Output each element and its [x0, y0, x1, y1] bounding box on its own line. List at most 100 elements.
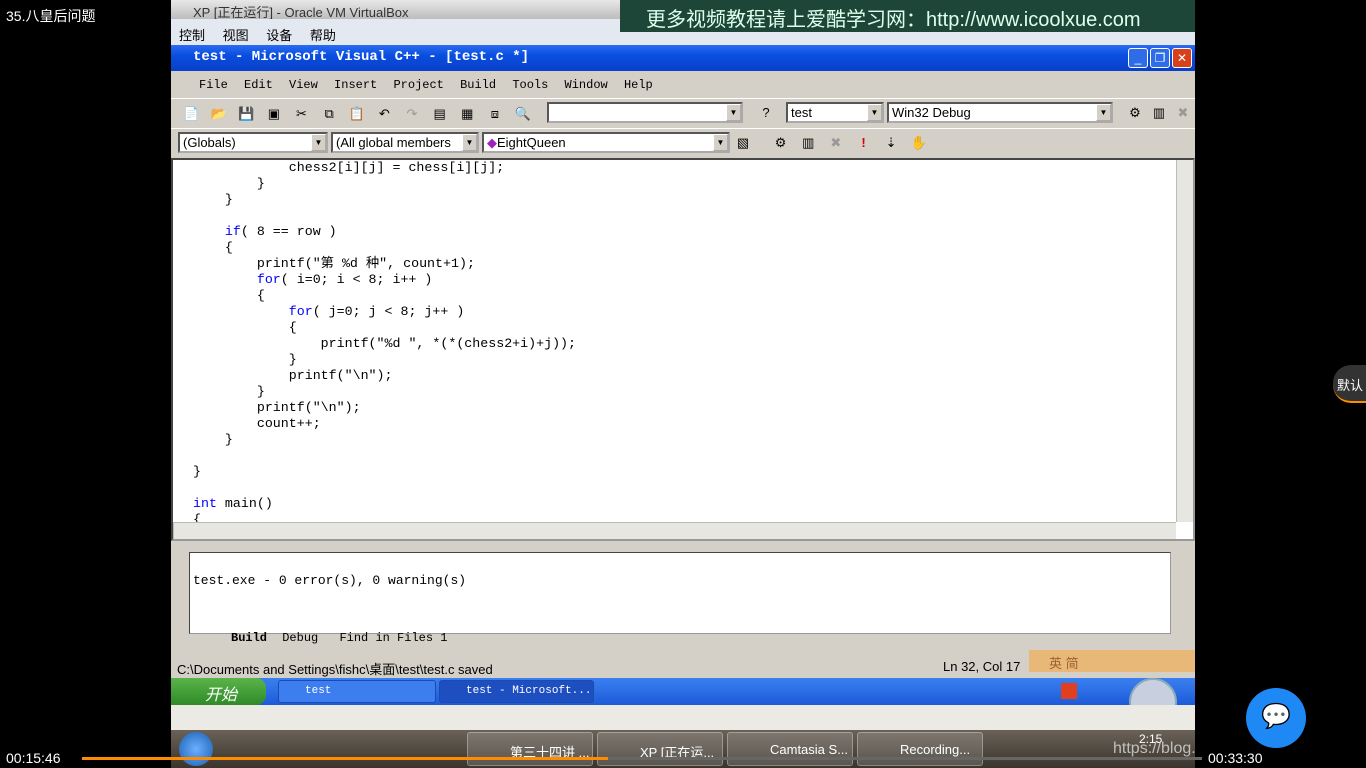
search-icon[interactable]: ? [758, 105, 774, 121]
workspace-icon[interactable]: ▤ [432, 106, 448, 122]
menu-build[interactable]: Build [460, 78, 496, 92]
code-line[interactable] [193, 448, 576, 464]
code-line[interactable]: { [193, 288, 576, 304]
build-minibar-build-icon[interactable]: ▥ [800, 135, 816, 151]
code-line[interactable]: { [193, 320, 576, 336]
menu-view[interactable]: View [289, 78, 318, 92]
current-time: 00:15:46 [6, 750, 61, 766]
execute-icon[interactable]: ! [856, 135, 872, 151]
menu-project[interactable]: Project [393, 78, 443, 92]
code-line[interactable]: } [193, 464, 576, 480]
breakpoint-hand-icon[interactable]: ✋ [911, 135, 927, 151]
tab-find-in-files[interactable]: Find in Files 1 [339, 631, 447, 645]
scope-combo[interactable]: (Globals) ▼ [178, 132, 328, 153]
win7-start-orb[interactable] [179, 732, 213, 766]
copy-icon[interactable]: ⧉ [321, 106, 337, 122]
code-line[interactable]: printf("\n"); [193, 368, 576, 384]
windows-icon[interactable]: ⧈ [487, 106, 503, 122]
chevron-down-icon[interactable]: ▼ [867, 104, 882, 121]
code-line[interactable] [193, 208, 576, 224]
menu-help[interactable]: Help [624, 78, 653, 92]
progress-bar[interactable] [82, 757, 1202, 760]
function-combo[interactable]: ◆EightQueen ▼ [482, 132, 730, 153]
vm-menu-control[interactable]: 控制 [179, 28, 205, 43]
tab-debug[interactable]: Debug [282, 631, 318, 645]
find-in-files-icon[interactable]: 🔍 [515, 106, 531, 122]
paste-icon[interactable]: 📋 [349, 106, 365, 122]
quality-button[interactable]: 默认 [1333, 365, 1366, 403]
output-icon[interactable]: ▦ [459, 106, 475, 122]
menu-insert[interactable]: Insert [334, 78, 377, 92]
redo-icon[interactable]: ↷ [404, 106, 420, 122]
go-icon[interactable]: ⇣ [883, 135, 899, 151]
code-line[interactable]: int main() [193, 496, 273, 512]
members-combo[interactable]: (All global members ▼ [331, 132, 479, 153]
cut-icon[interactable]: ✂ [294, 106, 310, 122]
chevron-down-icon[interactable]: ▼ [1096, 104, 1111, 121]
save-all-icon[interactable]: ▣ [266, 106, 282, 122]
code-line[interactable]: { [193, 240, 576, 256]
code-line[interactable]: if( 8 == row ) [193, 224, 337, 240]
vm-status-bar [171, 705, 1195, 730]
compile-icon[interactable]: ⚙ [1127, 105, 1143, 121]
taskbar-item-vbox[interactable]: XP [正在运... [597, 732, 723, 766]
chevron-down-icon[interactable]: ▼ [713, 134, 728, 151]
vm-menu-help[interactable]: 帮助 [310, 28, 336, 43]
tab-build[interactable]: Build [231, 631, 267, 645]
code-line[interactable]: count++; [193, 416, 576, 432]
taskbar-item-recording[interactable]: Recording... [857, 732, 983, 766]
close-button[interactable]: ✕ [1172, 48, 1192, 68]
minimize-button[interactable]: _ [1128, 48, 1148, 68]
chevron-down-icon[interactable]: ▼ [726, 104, 741, 121]
code-text[interactable]: chess2[i][j] = chess[i][j]; } } if( 8 ==… [193, 160, 576, 528]
output-text: test.exe - 0 error(s), 0 warning(s) [193, 573, 467, 588]
code-editor[interactable]: chess2[i][j] = chess[i][j]; } } if( 8 ==… [171, 158, 1195, 541]
open-icon[interactable]: 📂 [211, 106, 227, 122]
stop-build-icon[interactable]: ✖ [1175, 105, 1191, 121]
code-line[interactable]: } [193, 432, 576, 448]
project-combo[interactable]: test ▼ [786, 102, 884, 123]
config-combo[interactable]: Win32 Debug ▼ [887, 102, 1113, 123]
wizard-action-icon[interactable]: ▧ [735, 135, 751, 151]
code-line[interactable]: printf("%d ", *(*(chess2+i)+j)); [193, 336, 576, 352]
editor-vscrollbar[interactable] [1176, 160, 1193, 522]
stop-icon[interactable]: ✖ [828, 135, 844, 151]
code-line[interactable]: printf("第 %d 种", count+1); [193, 256, 576, 272]
chevron-down-icon[interactable]: ▼ [462, 134, 477, 151]
chat-button[interactable]: 💬 [1246, 688, 1306, 748]
menu-tools[interactable]: Tools [512, 78, 548, 92]
code-line[interactable]: printf("\n"); [193, 400, 576, 416]
new-file-icon[interactable]: 📄 [183, 106, 199, 122]
menu-window[interactable]: Window [565, 78, 608, 92]
code-line[interactable]: chess2[i][j] = chess[i][j]; [193, 160, 576, 176]
ime-bar[interactable]: 英 简 [1029, 650, 1195, 672]
code-line[interactable] [193, 480, 576, 496]
find-combo[interactable]: ▼ [547, 102, 743, 123]
code-line[interactable]: for( i=0; i < 8; i++ ) [193, 272, 433, 288]
code-line[interactable]: } [193, 192, 576, 208]
taskbar-item-ppt[interactable]: 第三十四讲 ... [467, 732, 593, 766]
vm-menu-devices[interactable]: 设备 [266, 28, 292, 43]
status-text: C:\Documents and Settings\fishc\桌面\test\… [177, 662, 493, 677]
menu-edit[interactable]: Edit [244, 78, 273, 92]
taskbar-item-vc[interactable]: test - Microsoft... [439, 680, 594, 703]
maximize-button[interactable]: ❐ [1150, 48, 1170, 68]
undo-icon[interactable]: ↶ [376, 106, 392, 122]
save-icon[interactable]: 💾 [238, 106, 254, 122]
code-line[interactable]: } [193, 352, 576, 368]
start-button[interactable]: 开始 [171, 678, 266, 705]
output-pane: test.exe - 0 error(s), 0 warning(s) Buil… [171, 548, 1195, 649]
output-area[interactable]: test.exe - 0 error(s), 0 warning(s) [189, 552, 1171, 634]
editor-hscrollbar[interactable] [173, 522, 1176, 539]
code-line[interactable]: for( j=0; j < 8; j++ ) [193, 304, 465, 320]
menu-file[interactable]: File [199, 78, 228, 92]
code-line[interactable]: } [193, 384, 576, 400]
taskbar-item-test[interactable]: test [278, 680, 436, 703]
code-line[interactable]: } [193, 176, 576, 192]
chevron-down-icon[interactable]: ▼ [311, 134, 326, 151]
taskbar-item-camtasia[interactable]: Camtasia S... [727, 732, 853, 766]
build-minibar-compile-icon[interactable]: ⚙ [773, 135, 789, 151]
sogou-icon[interactable] [1061, 683, 1077, 699]
vm-menu-view[interactable]: 视图 [223, 28, 249, 43]
build-icon[interactable]: ▥ [1151, 105, 1167, 121]
